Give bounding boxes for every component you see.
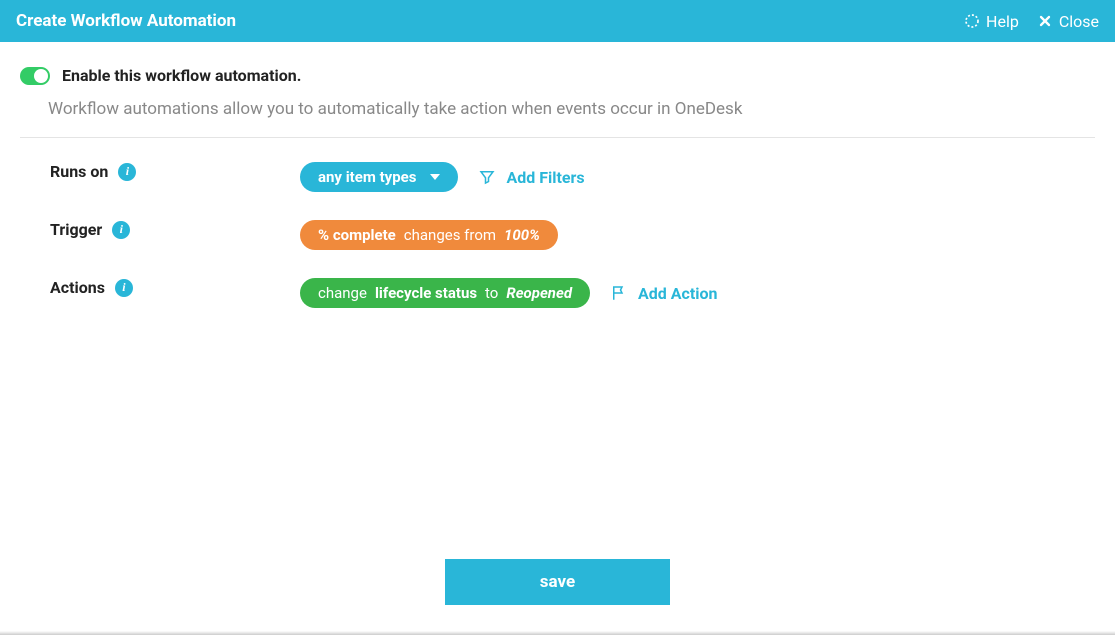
action-pill[interactable]: change lifecycle status to Reopened <box>300 278 590 308</box>
save-row: save <box>0 559 1115 605</box>
add-filters-label: Add Filters <box>506 168 584 187</box>
flag-icon <box>610 284 628 302</box>
close-label: Close <box>1059 12 1099 31</box>
enable-label: Enable this workflow automation. <box>62 66 301 85</box>
header-actions: Help Close <box>964 12 1099 31</box>
item-types-value: any item types <box>318 168 416 186</box>
help-label: Help <box>986 12 1019 31</box>
action-to: to <box>485 284 498 302</box>
action-field: lifecycle status <box>375 284 477 302</box>
close-icon <box>1037 13 1053 29</box>
modal-content: Enable this workflow automation. Workflo… <box>0 42 1115 308</box>
actions-label: Actions <box>50 278 105 297</box>
actions-row: Actions i change lifecycle status to Reo… <box>20 278 1095 308</box>
enable-toggle[interactable] <box>20 67 50 85</box>
trigger-pill[interactable]: % complete changes from 100% <box>300 220 558 250</box>
trigger-field: % complete <box>318 226 396 244</box>
chevron-down-icon <box>430 174 440 180</box>
runs-on-row: Runs on i any item types Add Filters <box>20 162 1095 192</box>
modal-title: Create Workflow Automation <box>16 11 964 31</box>
divider <box>20 137 1095 138</box>
runs-on-label-cell: Runs on i <box>20 162 300 181</box>
bottom-shadow <box>0 631 1115 635</box>
trigger-body: % complete changes from 100% <box>300 220 558 250</box>
close-button[interactable]: Close <box>1037 12 1099 31</box>
runs-on-label: Runs on <box>50 162 108 181</box>
actions-body: change lifecycle status to Reopened Add … <box>300 278 718 308</box>
save-button[interactable]: save <box>445 559 670 605</box>
add-action-label: Add Action <box>638 284 717 303</box>
add-action-button[interactable]: Add Action <box>610 284 717 303</box>
action-verb: change <box>318 284 367 302</box>
trigger-label: Trigger <box>50 220 102 239</box>
trigger-value: 100% <box>504 226 540 244</box>
enable-row: Enable this workflow automation. <box>20 66 1095 85</box>
runs-on-body: any item types Add Filters <box>300 162 585 192</box>
modal-header: Create Workflow Automation Help Close <box>0 0 1115 42</box>
filter-icon <box>478 168 496 186</box>
add-filters-button[interactable]: Add Filters <box>478 168 584 187</box>
info-icon[interactable]: i <box>118 163 136 181</box>
trigger-row: Trigger i % complete changes from 100% <box>20 220 1095 250</box>
info-icon[interactable]: i <box>112 221 130 239</box>
action-value: Reopened <box>506 284 572 302</box>
help-icon <box>964 13 980 29</box>
item-types-dropdown[interactable]: any item types <box>300 162 458 192</box>
trigger-verb: changes from <box>404 226 496 244</box>
automation-description: Workflow automations allow you to automa… <box>48 99 1095 119</box>
info-icon[interactable]: i <box>115 279 133 297</box>
trigger-label-cell: Trigger i <box>20 220 300 239</box>
help-button[interactable]: Help <box>964 12 1019 31</box>
actions-label-cell: Actions i <box>20 278 300 297</box>
